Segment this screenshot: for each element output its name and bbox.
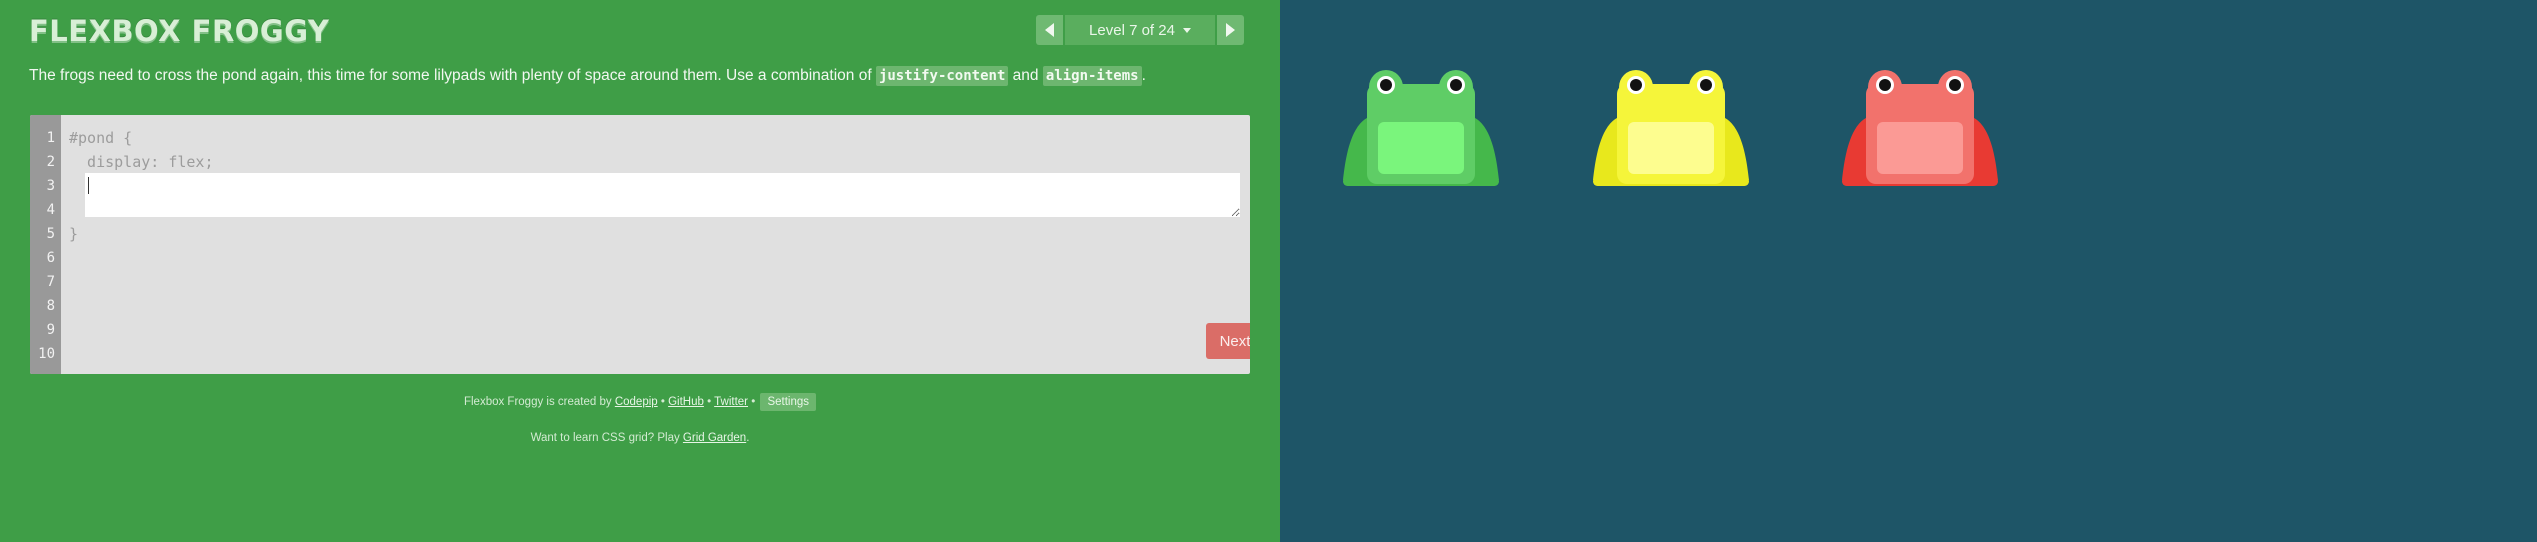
learn-suffix: . [746, 432, 750, 444]
line-number: 10 [38, 346, 55, 362]
arrow-right-icon [1226, 23, 1235, 37]
twitter-link[interactable]: Twitter [714, 396, 748, 408]
level-instructions: The frogs need to cross the pond again, … [29, 65, 1239, 87]
code-line-pond-open: #pond { [69, 129, 133, 147]
level-navigation: Level 7 of 24 [1036, 15, 1244, 45]
line-number: 7 [46, 274, 55, 290]
code-line-close-brace: } [69, 225, 79, 243]
text-cursor [88, 177, 89, 194]
sidebar: FLEXBOX FROGGY Level 7 of 24 The frogs n… [0, 0, 1280, 542]
pond-board [1280, 0, 2537, 542]
keyword-justify-content: justify-content [875, 66, 1009, 86]
caret-down-icon [1182, 27, 1191, 33]
separator: • [660, 396, 665, 408]
line-number: 2 [46, 154, 55, 170]
instructions-text: The frogs need to cross the pond again, … [29, 67, 876, 84]
grid-garden-link[interactable]: Grid Garden [683, 432, 746, 444]
codepip-link[interactable]: Codepip [615, 396, 658, 408]
game-title: FLEXBOX FROGGY [29, 14, 330, 48]
line-number: 1 [46, 130, 55, 146]
arrow-left-icon [1045, 23, 1054, 37]
next-button[interactable]: Next [1206, 323, 1250, 359]
credits: Flexbox Froggy is created by Codepip • G… [0, 393, 1280, 411]
separator: • [707, 396, 712, 408]
code-editor: 1 2 3 4 5 6 7 8 9 10 #pond { display: fl… [30, 115, 1250, 374]
css-code-input[interactable] [85, 173, 1240, 217]
previous-level-button[interactable] [1036, 15, 1063, 45]
green-frog [1343, 70, 1499, 186]
level-indicator[interactable]: Level 7 of 24 [1065, 15, 1215, 45]
learn-text: Want to learn CSS grid? Play [530, 432, 680, 444]
code-line-display-flex: display: flex; [69, 153, 214, 171]
line-number-gutter: 1 2 3 4 5 6 7 8 9 10 [30, 115, 61, 374]
yellow-frog [1593, 70, 1749, 186]
line-number: 5 [46, 226, 55, 242]
line-number: 8 [46, 298, 55, 314]
red-frog [1842, 70, 1998, 186]
learn-grid-promo: Want to learn CSS grid? Play Grid Garden… [0, 432, 1280, 444]
line-number: 6 [46, 250, 55, 266]
credits-text: Flexbox Froggy is created by [463, 396, 612, 408]
instructions-text-middle: and [1008, 67, 1043, 84]
separator: • [751, 396, 756, 408]
settings-button[interactable]: Settings [760, 393, 817, 411]
line-number: 9 [46, 322, 55, 338]
instructions-text-end: . [1141, 67, 1146, 84]
github-link[interactable]: GitHub [668, 396, 704, 408]
line-number: 3 [46, 178, 55, 194]
line-number: 4 [46, 202, 55, 218]
next-level-button[interactable] [1217, 15, 1244, 45]
level-label: Level 7 of 24 [1089, 21, 1175, 39]
keyword-align-items: align-items [1042, 66, 1142, 86]
